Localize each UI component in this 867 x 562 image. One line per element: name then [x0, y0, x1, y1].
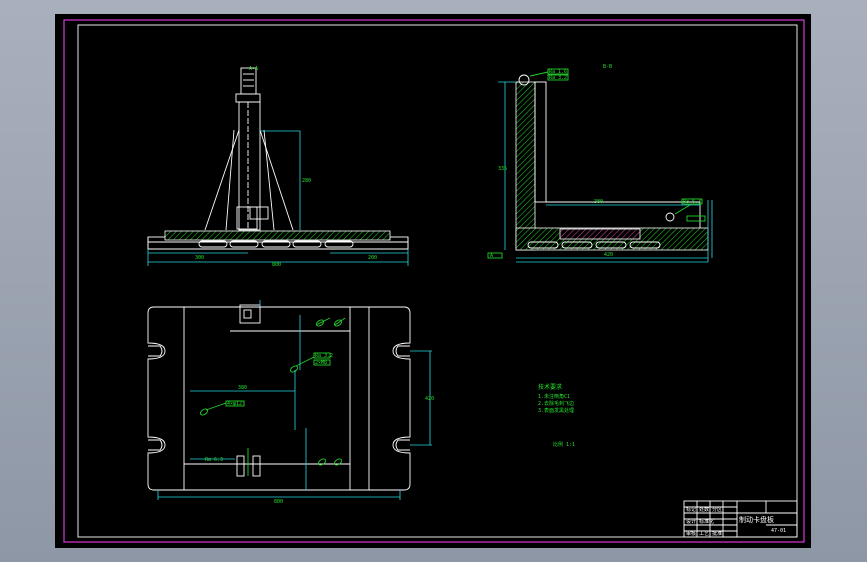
notes-line-1: 1.未注倒角C1	[538, 393, 570, 400]
side-dim-bottom: 420	[604, 252, 613, 258]
title-row-1: 标记 处数 分区	[686, 506, 722, 513]
top-callout-3: 4×φ12	[227, 401, 242, 407]
notes-scale: 比例 1:1	[553, 441, 575, 448]
front-dim-total: 800	[272, 262, 281, 268]
notes-line-2: 2.去除毛刺飞边	[538, 400, 574, 407]
side-callout-4: A	[490, 253, 493, 259]
top-dim-inner: 380	[238, 385, 247, 391]
side-callout-2: Ra 3.2	[549, 75, 567, 81]
side-callout-3: Ra 6.3	[683, 199, 701, 205]
top-callout-2: 2×M8	[315, 360, 327, 366]
drawing-sheet	[55, 14, 811, 548]
cad-drawing-canvas[interactable]: A-A 800 300 200 280 B-B 335 380 420 Ra 1…	[0, 0, 867, 562]
side-dim-vertical: 335	[498, 166, 507, 172]
front-view-label: A-A	[249, 66, 258, 72]
drawing-number: 47-01	[771, 528, 786, 534]
top-callout-4: Ra 6.3	[205, 457, 223, 463]
front-dim-height: 280	[302, 178, 311, 184]
title-row-2: 设计 标准化	[686, 518, 714, 525]
top-dim-height: 420	[425, 396, 434, 402]
front-dim-left: 300	[195, 255, 204, 261]
top-callout-1: Ra 3.2	[315, 353, 333, 359]
front-dim-right: 200	[368, 255, 377, 261]
notes-heading: 技术要求	[538, 383, 562, 391]
side-view-label: B-B	[603, 64, 612, 70]
part-name: 制动卡盘板	[739, 515, 774, 524]
side-dim-horizontal: 380	[594, 199, 603, 205]
notes-line-3: 3.表面发黑处理	[538, 407, 574, 414]
top-dim-total: 800	[274, 499, 283, 505]
title-row-3: 审核 工艺 批准	[686, 530, 722, 537]
